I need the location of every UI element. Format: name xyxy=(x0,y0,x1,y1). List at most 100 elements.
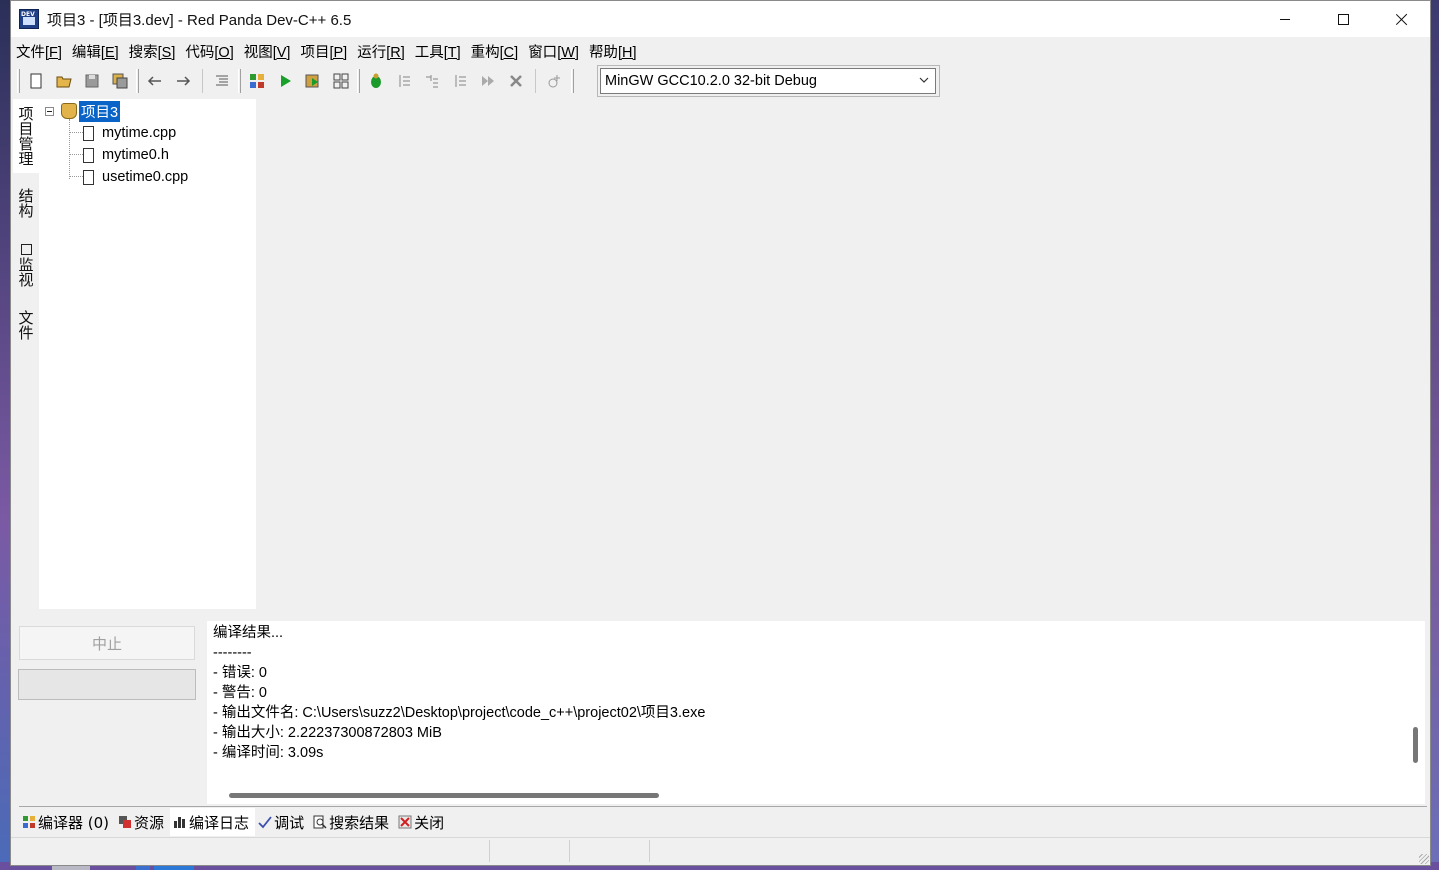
tab-resources-label: 资源 xyxy=(134,813,165,832)
menu-edit-key: [E] xyxy=(100,44,119,61)
tab-watch[interactable]: 监视 xyxy=(13,235,39,295)
debug-button[interactable] xyxy=(362,67,390,95)
tab-search-results[interactable]: 搜索结果 xyxy=(310,808,395,836)
format-code-button[interactable] xyxy=(208,67,236,95)
compile-run-button[interactable] xyxy=(299,67,327,95)
stop-x-icon xyxy=(510,75,522,87)
menu-view-key: [V] xyxy=(272,44,291,61)
menu-help[interactable]: 帮助[H] xyxy=(588,41,646,62)
menu-project[interactable]: 项目[P] xyxy=(299,41,356,62)
continue-button[interactable] xyxy=(474,67,502,95)
watch-box-icon xyxy=(20,243,32,255)
menu-code-key: [O] xyxy=(214,44,234,61)
tab-compiler[interactable]: 编译器 (0) xyxy=(19,808,115,836)
tab-debug[interactable]: 调试 xyxy=(255,808,310,836)
tab-resources[interactable]: 资源 xyxy=(115,808,170,836)
tab-compile-log[interactable]: 编译日志 xyxy=(170,808,256,836)
search-doc-icon xyxy=(313,815,327,829)
tab-files[interactable]: 文件 xyxy=(13,299,39,351)
menu-window-label: 窗口 xyxy=(528,44,558,61)
tree-guide-line xyxy=(69,132,83,133)
close-icon xyxy=(1395,13,1408,26)
menu-code[interactable]: 代码[O] xyxy=(184,41,242,62)
compiler-select[interactable]: MinGW GCC10.2.0 32-bit Debug xyxy=(600,68,936,94)
toolbar-grip[interactable] xyxy=(136,69,139,93)
rebuild-button[interactable] xyxy=(327,67,355,95)
tree-node-file[interactable]: usetime0.cpp xyxy=(83,166,188,188)
menu-refactor[interactable]: 重构[C] xyxy=(470,41,528,62)
log-horizontal-scroll-thumb[interactable] xyxy=(229,793,659,798)
tab-project-manager[interactable]: 项目管理 xyxy=(13,99,39,173)
minimize-button[interactable] xyxy=(1256,1,1314,37)
menu-refactor-label: 重构 xyxy=(470,44,500,61)
compile-log-output[interactable]: 编译结果... -------- - 错误: 0 - 警告: 0 - 输出文件名… xyxy=(207,621,1407,786)
step-over-button[interactable] xyxy=(390,67,418,95)
status-separator xyxy=(489,840,490,862)
play-icon xyxy=(281,75,291,87)
arrow-left-icon xyxy=(147,76,161,86)
stop-button[interactable]: 中止 xyxy=(19,626,195,660)
menu-search[interactable]: 搜索[S] xyxy=(128,41,185,62)
menu-project-key: [P] xyxy=(329,44,348,61)
chevron-down-icon xyxy=(919,77,929,83)
editor-area[interactable] xyxy=(257,99,1430,609)
open-file-button[interactable] xyxy=(50,67,78,95)
resources-icon xyxy=(119,816,132,828)
tree-node-project[interactable]: 项目3 xyxy=(39,100,121,122)
toolbar-separator xyxy=(535,69,536,93)
stop-debug-button[interactable] xyxy=(502,67,530,95)
tree-node-file[interactable]: mytime0.h xyxy=(83,144,169,166)
bar-chart-icon xyxy=(174,817,186,828)
maximize-button[interactable] xyxy=(1314,1,1372,37)
menu-tools-label: 工具 xyxy=(414,44,444,61)
toolbar-grip[interactable] xyxy=(357,69,360,93)
add-watch-button[interactable] xyxy=(541,67,569,95)
menu-window[interactable]: 窗口[W] xyxy=(527,41,588,62)
compile-grid-icon xyxy=(250,74,264,88)
menu-edit[interactable]: 编辑[E] xyxy=(71,41,128,62)
desktop-background-left xyxy=(0,0,10,870)
menu-file[interactable]: 文件[F] xyxy=(15,41,71,62)
window-controls xyxy=(1256,1,1430,37)
save-all-icon xyxy=(112,73,128,89)
menu-tools-key: [T] xyxy=(443,44,461,61)
new-file-button[interactable] xyxy=(22,67,50,95)
tab-watch-label: 监视 xyxy=(16,256,35,287)
run-button[interactable] xyxy=(271,67,299,95)
collapse-icon[interactable] xyxy=(45,107,54,116)
back-button[interactable] xyxy=(141,67,169,95)
forward-button[interactable] xyxy=(169,67,197,95)
close-button[interactable] xyxy=(1372,1,1430,37)
step-out-button[interactable] xyxy=(446,67,474,95)
log-line: - 输出文件名: C:\Users\suzz2\Desktop\project\… xyxy=(213,705,706,721)
status-bar xyxy=(11,837,1430,865)
menu-run[interactable]: 运行[R] xyxy=(356,41,414,62)
rebuild-grid-icon xyxy=(333,73,349,89)
tree-node-file-label: mytime0.h xyxy=(102,147,169,163)
menu-tools[interactable]: 工具[T] xyxy=(414,41,470,62)
menu-view-label: 视图 xyxy=(243,44,273,61)
toolbar-grip[interactable] xyxy=(17,69,20,93)
title-bar[interactable]: 项目3 - [项目3.dev] - Red Panda Dev-C++ 6.5 xyxy=(11,1,1430,37)
step-out-icon xyxy=(455,75,466,87)
save-all-button[interactable] xyxy=(106,67,134,95)
tab-structure[interactable]: 结构 xyxy=(13,175,39,231)
toolbar-grip[interactable] xyxy=(571,69,574,93)
tab-files-label: 文件 xyxy=(16,310,35,340)
menu-help-key: [H] xyxy=(617,44,637,61)
step-into-button[interactable] xyxy=(418,67,446,95)
menu-view[interactable]: 视图[V] xyxy=(243,41,300,62)
tab-close[interactable]: 关闭 xyxy=(395,808,450,836)
tree-node-file[interactable]: mytime.cpp xyxy=(83,122,176,144)
tree-guide-line xyxy=(69,154,83,155)
tab-project-manager-label: 项目管理 xyxy=(16,106,35,166)
log-line: - 错误: 0 xyxy=(213,665,267,681)
compile-button[interactable] xyxy=(243,67,271,95)
tab-compiler-label: 编译器 (0) xyxy=(38,813,110,832)
toolbar-grip[interactable] xyxy=(238,69,241,93)
save-button[interactable] xyxy=(78,67,106,95)
tree-node-file-label: mytime.cpp xyxy=(102,125,177,141)
log-vertical-scroll-thumb[interactable] xyxy=(1413,727,1418,763)
log-line: - 警告: 0 xyxy=(213,685,267,701)
resize-grip[interactable] xyxy=(1419,854,1429,864)
